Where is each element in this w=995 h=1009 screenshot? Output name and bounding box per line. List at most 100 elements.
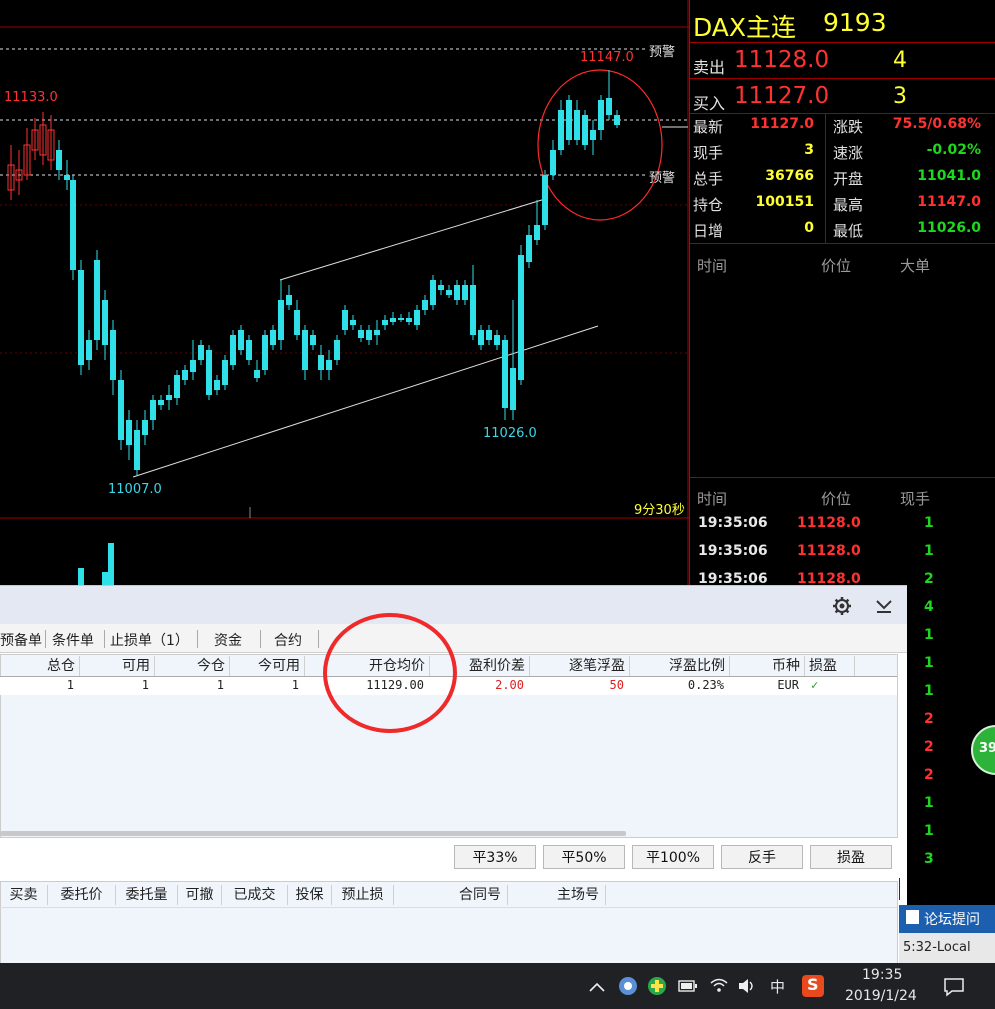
position-cell: 1 xyxy=(216,678,224,692)
stat-label: 涨跌 xyxy=(833,118,864,136)
contract-title: DAX主连 xyxy=(693,13,797,42)
candle-body xyxy=(158,400,164,405)
wifi-icon[interactable] xyxy=(709,976,729,994)
browser-tray-icon[interactable] xyxy=(618,976,638,996)
tick-qty: 1 xyxy=(924,795,934,811)
candle-body xyxy=(566,100,572,140)
chevron-up-icon[interactable] xyxy=(589,981,605,993)
candle-body xyxy=(366,330,372,340)
candle-body xyxy=(422,300,428,310)
candle-body xyxy=(430,280,436,305)
candle-body xyxy=(126,420,132,445)
forum-button[interactable]: 论坛提问 xyxy=(899,905,995,933)
position-action-button[interactable]: 平100% xyxy=(632,845,714,869)
volume-bar xyxy=(102,572,108,585)
collapse-chevron-icon[interactable] xyxy=(875,598,893,614)
candle-body xyxy=(598,100,604,130)
position-action-button[interactable]: 平50% xyxy=(543,845,625,869)
position-action-button[interactable]: 损盈 xyxy=(810,845,892,869)
tick-price: 11128.0 xyxy=(797,543,861,559)
volume-icon[interactable] xyxy=(737,977,757,995)
alert-label-top[interactable]: 预警 xyxy=(649,41,675,60)
tick-header-price: 价位 xyxy=(821,490,852,508)
order-col-header[interactable]: 预止损 xyxy=(332,885,394,905)
ask-price[interactable]: 11128.0 xyxy=(734,47,829,73)
order-col-header[interactable]: 投保 xyxy=(288,885,332,905)
ime-indicator[interactable]: 中 xyxy=(770,976,785,997)
candle-body xyxy=(494,335,500,345)
candle-body xyxy=(302,330,308,370)
chat-icon xyxy=(906,910,919,924)
order-col-header[interactable]: 可撤 xyxy=(178,885,222,905)
trade-tab[interactable]: 止损单（1） xyxy=(110,630,189,650)
big-order-header-size: 大单 xyxy=(900,257,931,275)
trade-tab[interactable]: 预备单 xyxy=(0,630,42,650)
position-col-header[interactable]: 今仓 xyxy=(155,656,230,676)
position-col-header[interactable]: 逐笔浮盈 xyxy=(530,656,630,676)
candle-body xyxy=(550,150,556,175)
position-col-header[interactable]: 浮盈比例 xyxy=(630,656,730,676)
order-col-header[interactable]: 已成交 xyxy=(222,885,288,905)
candle-body xyxy=(318,355,324,370)
trade-tab[interactable]: 合约 xyxy=(274,630,302,650)
contract-code: 9193 xyxy=(823,8,887,37)
tick-qty: 1 xyxy=(924,627,934,643)
candle-body xyxy=(118,380,124,440)
candle-body xyxy=(462,285,468,300)
candle-body xyxy=(414,310,420,325)
candle-body xyxy=(342,310,348,330)
stat-value: 11147.0 xyxy=(917,194,981,210)
trade-titlebar xyxy=(0,586,907,624)
stat-value: 3 xyxy=(804,142,814,158)
horizontal-scrollbar[interactable] xyxy=(0,831,626,836)
stat-value: 100151 xyxy=(755,194,814,210)
alert-label-mid[interactable]: 预警 xyxy=(649,167,675,186)
candle-body xyxy=(86,340,92,360)
low-label-mid: 11007.0 xyxy=(108,482,162,497)
volume-bar xyxy=(78,568,84,585)
settings-gear-icon[interactable] xyxy=(832,596,852,616)
candle-body xyxy=(478,330,484,345)
candle-body xyxy=(206,350,212,395)
stat-label: 最高 xyxy=(833,196,864,214)
position-col-header[interactable]: 损盈 xyxy=(805,656,855,676)
order-col-header[interactable]: 主场号 xyxy=(508,885,606,905)
order-col-header[interactable]: 委托量 xyxy=(116,885,178,905)
candle-body xyxy=(446,290,452,295)
clock-date[interactable]: 2019/1/24 xyxy=(845,988,917,1004)
candle-body xyxy=(230,335,236,365)
notification-icon[interactable] xyxy=(943,977,965,997)
security-tray-icon[interactable] xyxy=(647,976,667,996)
candle-body xyxy=(518,255,524,380)
stat-value: 36766 xyxy=(765,168,814,184)
order-col-header[interactable]: 委托价 xyxy=(48,885,116,905)
candle-body xyxy=(238,330,244,350)
battery-icon[interactable] xyxy=(678,979,698,993)
position-action-button[interactable]: 反手 xyxy=(721,845,803,869)
candle-body xyxy=(438,285,444,290)
position-col-header[interactable]: 币种 xyxy=(730,656,805,676)
position-action-button[interactable]: 平33% xyxy=(454,845,536,869)
candlestick-chart[interactable] xyxy=(0,0,689,585)
candle-body xyxy=(142,420,148,435)
candle-body xyxy=(56,150,62,170)
position-col-header[interactable]: 可用 xyxy=(80,656,155,676)
stat-value: 11127.0 xyxy=(750,116,814,132)
candle-body xyxy=(390,318,396,322)
stat-label: 总手 xyxy=(693,170,724,188)
windows-taskbar: 中 S 19:35 2019/1/24 xyxy=(0,963,995,1009)
bid-price[interactable]: 11127.0 xyxy=(734,83,829,109)
clock-time[interactable]: 19:35 xyxy=(862,967,902,983)
trade-tab[interactable]: 资金 xyxy=(214,630,242,650)
candle-body xyxy=(614,115,620,125)
sogou-input-icon[interactable]: S xyxy=(802,975,824,997)
candle-body xyxy=(358,330,364,338)
candle-body xyxy=(254,370,260,378)
position-col-header[interactable]: 总仓 xyxy=(0,656,80,676)
candle-body xyxy=(502,340,508,408)
trade-tab[interactable]: 条件单 xyxy=(52,630,94,650)
ask-qty: 4 xyxy=(893,48,907,73)
order-col-header[interactable]: 买卖 xyxy=(0,885,48,905)
position-col-header[interactable]: 今可用 xyxy=(230,656,305,676)
order-col-header[interactable]: 合同号 xyxy=(394,885,508,905)
